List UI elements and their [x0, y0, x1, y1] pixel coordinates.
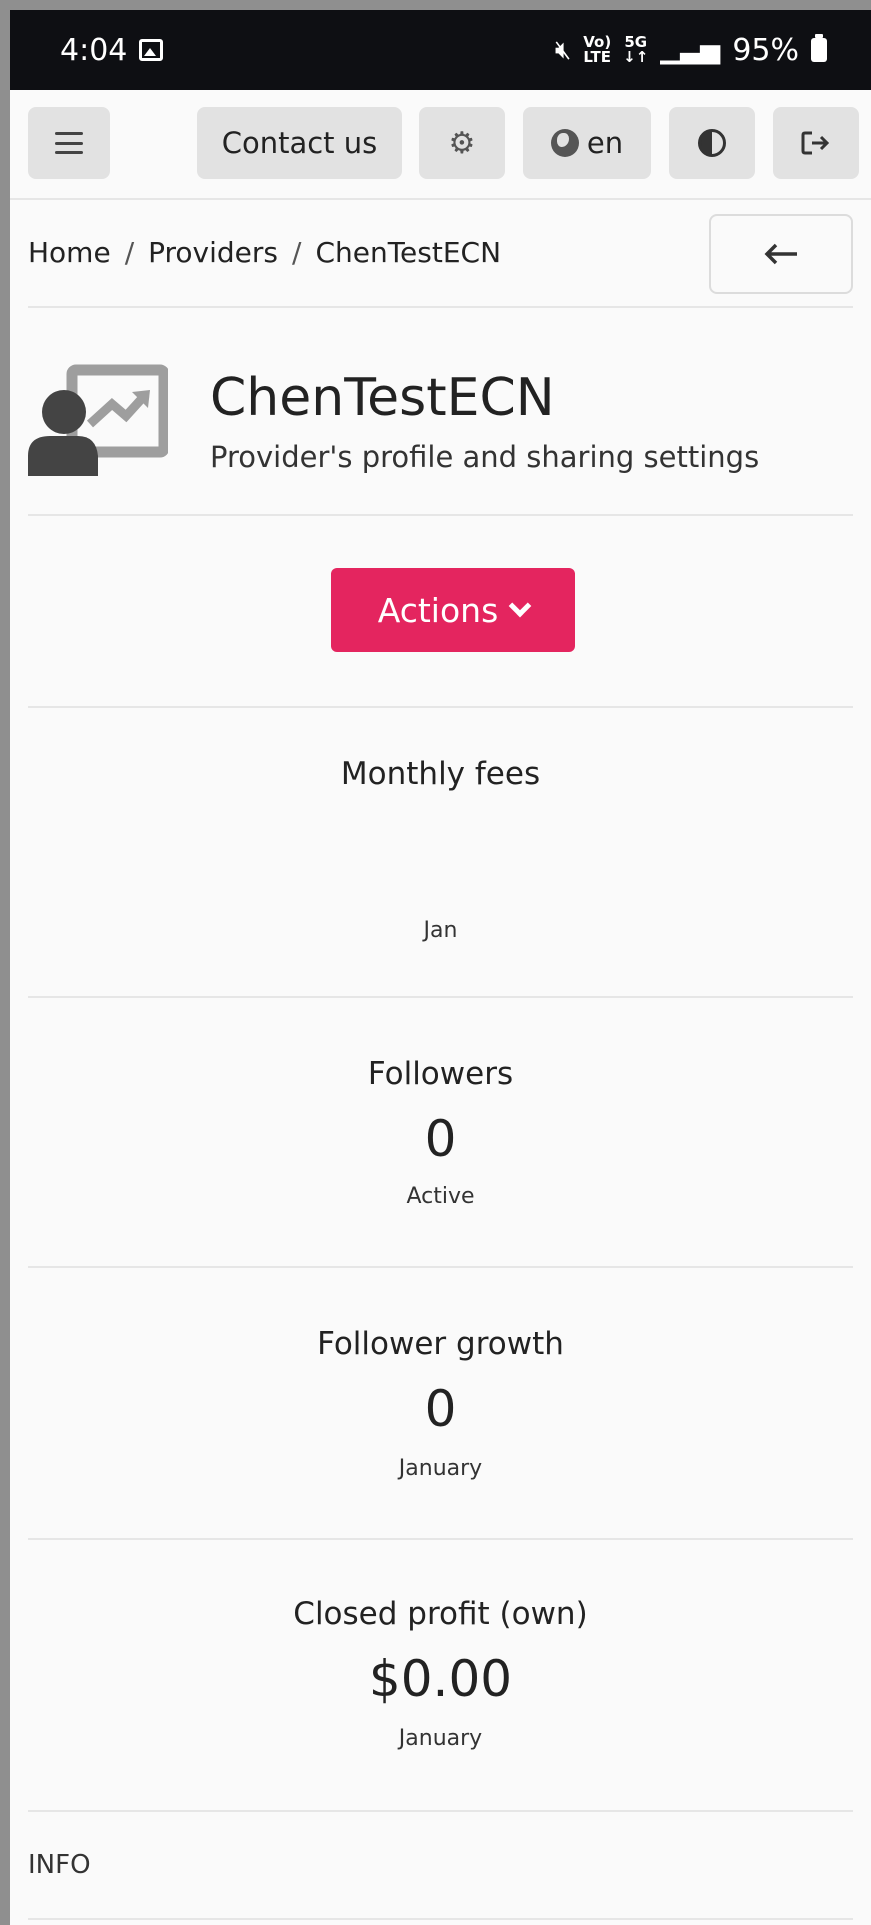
app-frame: 4:04 🔇︎ Vo) LTE 5G ↓↑ ▁▃▅ 95% Contact us ⚙…: [10, 10, 871, 1925]
breadcrumb-separator: /: [124, 236, 135, 269]
arrow-left-icon: [764, 243, 797, 265]
monthly-fees-card: Monthly fees Jan: [28, 708, 853, 998]
follower-growth-card: Follower growth 0 January: [28, 1268, 853, 1540]
mute-icon: 🔇︎: [554, 34, 572, 65]
breadcrumb-providers[interactable]: Providers: [148, 236, 278, 269]
back-button[interactable]: [709, 214, 853, 294]
actions-label: Actions: [377, 590, 499, 630]
stat-title: Closed profit (own): [293, 1596, 588, 1632]
stat-value: 0: [424, 1380, 457, 1438]
actions-dropdown-button[interactable]: Actions: [331, 568, 575, 652]
settings-button[interactable]: ⚙: [419, 107, 505, 179]
menu-button[interactable]: [28, 107, 110, 179]
signal-icon: ▁▃▅: [660, 35, 721, 65]
chevron-down-icon: [508, 594, 532, 618]
network-type-indicator: 5G ↓↑: [623, 33, 649, 66]
breadcrumb-row: Home / Providers / ChenTestECN: [28, 200, 853, 308]
stat-period: January: [398, 1456, 483, 1481]
volte-indicator: Vo) LTE: [583, 33, 612, 66]
provider-header: ChenTestECN Provider's profile and shari…: [28, 308, 853, 516]
stat-value: 0: [424, 1110, 457, 1168]
provider-presentation-icon: [28, 364, 168, 476]
closed-profit-card: Closed profit (own) $0.00 January: [28, 1540, 853, 1812]
breadcrumb-separator: /: [292, 236, 302, 269]
stat-title: Monthly fees: [340, 756, 541, 792]
breadcrumb: Home / Providers / ChenTestECN: [28, 236, 501, 269]
logout-button[interactable]: [773, 107, 859, 179]
info-section-header[interactable]: INFO: [28, 1812, 853, 1920]
battery-icon: [811, 34, 827, 62]
top-toolbar: Contact us ⚙ en: [10, 90, 871, 200]
stat-title: Follower growth: [317, 1326, 564, 1362]
stat-period: Active: [406, 1184, 475, 1209]
logout-icon: [801, 131, 830, 155]
stat-period: January: [398, 1726, 483, 1751]
language-label: en: [586, 126, 624, 160]
actions-row: Actions: [28, 516, 853, 708]
contrast-icon: [698, 129, 726, 157]
hamburger-icon: [55, 132, 83, 154]
breadcrumb-current: ChenTestECN: [315, 236, 502, 269]
page-subtitle: Provider's profile and sharing settings: [210, 440, 760, 474]
image-notification-icon: [139, 39, 164, 61]
clock: 4:04: [60, 32, 128, 68]
battery-level: 95%: [732, 32, 799, 68]
theme-toggle-button[interactable]: [669, 107, 755, 179]
stat-value: $0.00: [368, 1650, 513, 1708]
status-bar: 4:04 🔇︎ Vo) LTE 5G ↓↑ ▁▃▅ 95%: [10, 10, 871, 90]
globe-icon: [550, 129, 579, 157]
language-button[interactable]: en: [523, 107, 651, 179]
stat-title: Followers: [367, 1056, 514, 1092]
gear-icon: ⚙: [448, 125, 476, 161]
followers-card: Followers 0 Active: [28, 998, 853, 1268]
breadcrumb-home[interactable]: Home: [28, 236, 111, 269]
page-title: ChenTestECN: [210, 368, 555, 428]
contact-us-button[interactable]: Contact us: [197, 107, 402, 179]
info-label: INFO: [28, 1850, 91, 1880]
stat-period: Jan: [423, 918, 458, 943]
